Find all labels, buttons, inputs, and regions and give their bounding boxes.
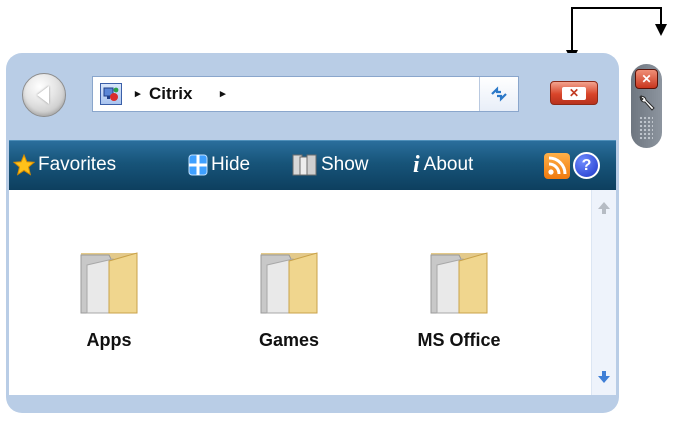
close-icon: ✕ xyxy=(562,86,586,100)
favorites-label: Favorites xyxy=(38,154,117,175)
show-label: Show xyxy=(321,154,369,175)
close-icon: ✕ xyxy=(641,72,652,86)
scroll-down-button[interactable] xyxy=(594,367,614,387)
arrow-up-icon xyxy=(598,202,610,214)
show-icon xyxy=(292,153,318,177)
about-button[interactable]: i About xyxy=(413,141,473,189)
folder-view: Apps Games MS Office xyxy=(9,190,616,395)
hide-icon xyxy=(188,154,208,176)
hide-button[interactable]: Hide xyxy=(188,141,250,189)
folder-item-games[interactable]: Games xyxy=(234,247,344,351)
folder-label: Apps xyxy=(86,330,132,350)
folder-icon xyxy=(80,252,138,314)
gadget-close-button[interactable]: ✕ xyxy=(635,69,658,89)
address-bar[interactable]: ▸ Citrix ▸ xyxy=(92,76,519,112)
help-icon: ? xyxy=(581,156,592,174)
show-button[interactable]: Show xyxy=(292,141,369,189)
toolbar: Favorites Hide Show i About ? xyxy=(9,140,616,190)
back-button[interactable] xyxy=(22,73,66,117)
breadcrumb-separator[interactable]: ▸ xyxy=(220,77,226,111)
arrow-down-icon xyxy=(598,371,610,383)
folder-label: MS Office xyxy=(417,330,501,350)
folder-label: Games xyxy=(258,330,320,350)
star-icon xyxy=(13,154,35,176)
folder-item-ms-office[interactable]: MS Office xyxy=(404,247,514,351)
close-button[interactable]: ✕ xyxy=(550,81,598,105)
gadget-window: ▸ Citrix ▸ ✕ Favorites Hide Show i About… xyxy=(6,53,619,413)
wrench-icon xyxy=(639,94,655,111)
about-label: About xyxy=(423,154,474,175)
refresh-button[interactable] xyxy=(479,77,518,111)
help-button[interactable]: ? xyxy=(573,152,600,179)
folder-item-apps[interactable]: Apps xyxy=(54,247,164,351)
drag-handle-icon[interactable] xyxy=(639,116,653,140)
folder-icon xyxy=(430,252,488,314)
gadget-options-button[interactable] xyxy=(636,93,658,113)
computer-icon xyxy=(100,83,122,105)
breadcrumb-item-citrix[interactable]: Citrix xyxy=(149,77,192,111)
info-icon: i xyxy=(413,152,420,178)
back-arrow-icon xyxy=(36,86,49,104)
scroll-up-button[interactable] xyxy=(594,198,614,218)
breadcrumb-separator: ▸ xyxy=(135,88,141,100)
rss-button[interactable] xyxy=(544,153,570,179)
favorites-button[interactable]: Favorites xyxy=(13,141,116,189)
hide-label: Hide xyxy=(211,154,251,175)
refresh-icon xyxy=(491,86,507,102)
rss-icon xyxy=(548,156,567,175)
folder-icon xyxy=(260,252,318,314)
vertical-scrollbar[interactable] xyxy=(591,190,616,395)
